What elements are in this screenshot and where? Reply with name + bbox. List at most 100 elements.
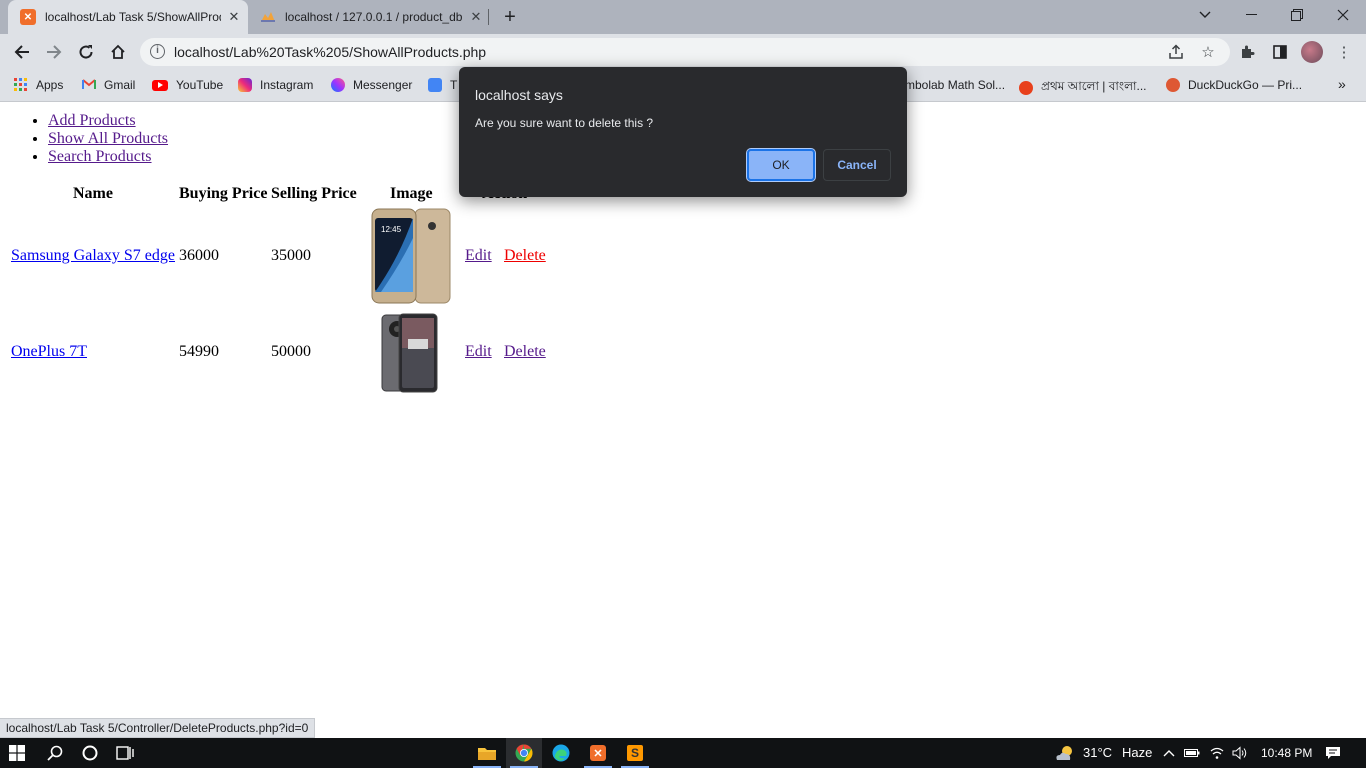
- nav-menu: Add Products Show All Products Search Pr…: [48, 112, 168, 166]
- xampp-icon: ✕: [20, 9, 36, 25]
- bookmark-label: YouTube: [176, 78, 224, 92]
- menu-item-add-products: Add Products: [48, 112, 168, 130]
- cancel-button[interactable]: Cancel: [823, 149, 891, 181]
- sublime-text-icon[interactable]: S: [617, 738, 653, 768]
- add-products-link[interactable]: Add Products: [48, 112, 136, 129]
- dialog-title: localhost says: [475, 87, 563, 103]
- clock-text[interactable]: 10:48 PM: [1261, 746, 1312, 760]
- volume-icon[interactable]: [1230, 738, 1250, 768]
- bookmark-label: T: [450, 78, 458, 92]
- edge-icon[interactable]: [543, 738, 579, 768]
- youtube-icon: [152, 79, 168, 91]
- dialog-message: Are you sure want to delete this ?: [475, 116, 654, 130]
- tab-title: localhost / 127.0.0.1 / product_db: [285, 10, 463, 24]
- search-icon[interactable]: [38, 738, 72, 768]
- bookmark-label: DuckDuckGo — Pri...: [1188, 78, 1303, 92]
- close-tab-icon[interactable]: ✕: [467, 8, 485, 26]
- close-tab-icon[interactable]: ✕: [225, 8, 243, 26]
- menu-item-show-all-products: Show All Products: [48, 130, 168, 148]
- search-products-link[interactable]: Search Products: [48, 148, 152, 165]
- tab-phpmyadmin[interactable]: localhost / 127.0.0.1 / product_db ✕: [248, 0, 488, 34]
- profile-avatar[interactable]: [1301, 41, 1323, 63]
- bookmark-translate[interactable]: T: [428, 78, 457, 92]
- tab-divider: [488, 9, 489, 25]
- bookmark-label: Apps: [36, 78, 64, 92]
- url-text: localhost/Lab%20Task%205/ShowAllProducts…: [174, 44, 487, 60]
- bookmark-apps[interactable]: Apps: [14, 78, 63, 92]
- bookmark-messenger[interactable]: Messenger: [331, 78, 412, 92]
- browser-toolbar: i localhost/Lab%20Task%205/ShowAllProduc…: [0, 34, 1366, 70]
- temperature-text[interactable]: 31°C: [1083, 745, 1112, 760]
- edit-link[interactable]: Edit: [465, 343, 492, 361]
- weather-text[interactable]: Haze: [1122, 745, 1152, 760]
- address-bar[interactable]: i localhost/Lab%20Task%205/ShowAllProduc…: [140, 38, 1230, 66]
- bookmark-label: Gmail: [104, 78, 136, 92]
- restore-button[interactable]: [1274, 0, 1320, 30]
- back-button[interactable]: [9, 39, 35, 65]
- product-name-link[interactable]: Samsung Galaxy S7 edge: [11, 247, 175, 265]
- reload-button[interactable]: [73, 39, 99, 65]
- tab-search-button[interactable]: [1182, 0, 1228, 30]
- confirm-dialog: localhost says Are you sure want to dele…: [459, 67, 907, 197]
- windows-taskbar: ✕ S 31°C Haze 10:48 PM: [0, 738, 1366, 768]
- samsung-galaxy-s7-edge-image: 12:45: [371, 208, 451, 304]
- product-name-link[interactable]: OnePlus 7T: [11, 343, 87, 361]
- home-button[interactable]: [105, 39, 131, 65]
- notification-icon[interactable]: [1322, 738, 1344, 768]
- bookmark-symbolab[interactable]: mbolab Math Sol...: [905, 78, 1005, 92]
- wifi-icon[interactable]: [1208, 738, 1226, 768]
- link-status-bar: localhost/Lab Task 5/Controller/DeletePr…: [0, 718, 316, 738]
- delete-link[interactable]: Delete: [504, 343, 546, 361]
- extensions-icon[interactable]: [1237, 42, 1257, 62]
- tab-show-all-products[interactable]: ✕ localhost/Lab Task 5/ShowAllProd ✕: [8, 0, 248, 34]
- battery-icon[interactable]: [1182, 738, 1202, 768]
- bookmark-label: Messenger: [353, 78, 413, 92]
- messenger-icon: [331, 78, 345, 92]
- close-window-button[interactable]: [1320, 0, 1366, 30]
- menu-kebab-icon[interactable]: ⋮: [1334, 42, 1354, 62]
- bookmarks-overflow-icon[interactable]: »: [1338, 76, 1346, 92]
- phpmyadmin-icon: [260, 9, 276, 25]
- oneplus-7t-image: [381, 313, 438, 393]
- tab-title: localhost/Lab Task 5/ShowAllProd: [45, 10, 221, 24]
- task-view-icon[interactable]: [108, 738, 142, 768]
- gmail-icon: [82, 78, 96, 92]
- minimize-button[interactable]: [1228, 0, 1274, 30]
- weather-icon[interactable]: [1052, 738, 1078, 768]
- apps-grid-icon: [14, 78, 28, 92]
- header-selling-price: Selling Price: [271, 185, 357, 202]
- bookmark-gmail[interactable]: Gmail: [82, 78, 135, 92]
- menu-item-search-products: Search Products: [48, 148, 168, 166]
- header-name: Name: [73, 185, 113, 202]
- show-all-products-link[interactable]: Show All Products: [48, 130, 168, 147]
- forward-button[interactable]: [41, 39, 67, 65]
- selling-price: 35000: [271, 247, 311, 264]
- duckduckgo-icon: [1166, 78, 1180, 92]
- file-explorer-icon[interactable]: [469, 738, 505, 768]
- share-icon[interactable]: [1166, 42, 1186, 62]
- windows-start-icon[interactable]: [0, 738, 34, 768]
- ok-button[interactable]: OK: [746, 148, 816, 182]
- bookmark-star-icon[interactable]: ☆: [1198, 42, 1218, 62]
- bookmark-label: Instagram: [260, 78, 314, 92]
- bookmark-label: mbolab Math Sol...: [905, 78, 1006, 92]
- bookmark-duckduckgo[interactable]: DuckDuckGo — Pri...: [1166, 78, 1302, 92]
- chrome-icon[interactable]: [506, 738, 542, 768]
- instagram-icon: [238, 78, 252, 92]
- chevron-up-icon[interactable]: [1160, 738, 1178, 768]
- xampp-icon[interactable]: ✕: [580, 738, 616, 768]
- bookmark-youtube[interactable]: YouTube: [152, 78, 223, 92]
- delete-link[interactable]: Delete: [504, 247, 546, 265]
- bookmark-instagram[interactable]: Instagram: [238, 78, 313, 92]
- new-tab-button[interactable]: +: [498, 5, 522, 29]
- header-buying-price: Buying Price: [179, 185, 268, 202]
- tab-strip: ✕ localhost/Lab Task 5/ShowAllProd ✕ loc…: [0, 0, 1366, 34]
- side-panel-icon[interactable]: [1270, 42, 1290, 62]
- svg-text:12:45: 12:45: [381, 225, 402, 234]
- cortana-icon[interactable]: [73, 738, 107, 768]
- edit-link[interactable]: Edit: [465, 247, 492, 265]
- bookmark-prothomalo[interactable]: প্রথম আলো | বাংলা...: [1019, 78, 1147, 98]
- site-info-icon[interactable]: i: [150, 44, 165, 59]
- buying-price: 54990: [179, 343, 219, 360]
- buying-price: 36000: [179, 247, 219, 264]
